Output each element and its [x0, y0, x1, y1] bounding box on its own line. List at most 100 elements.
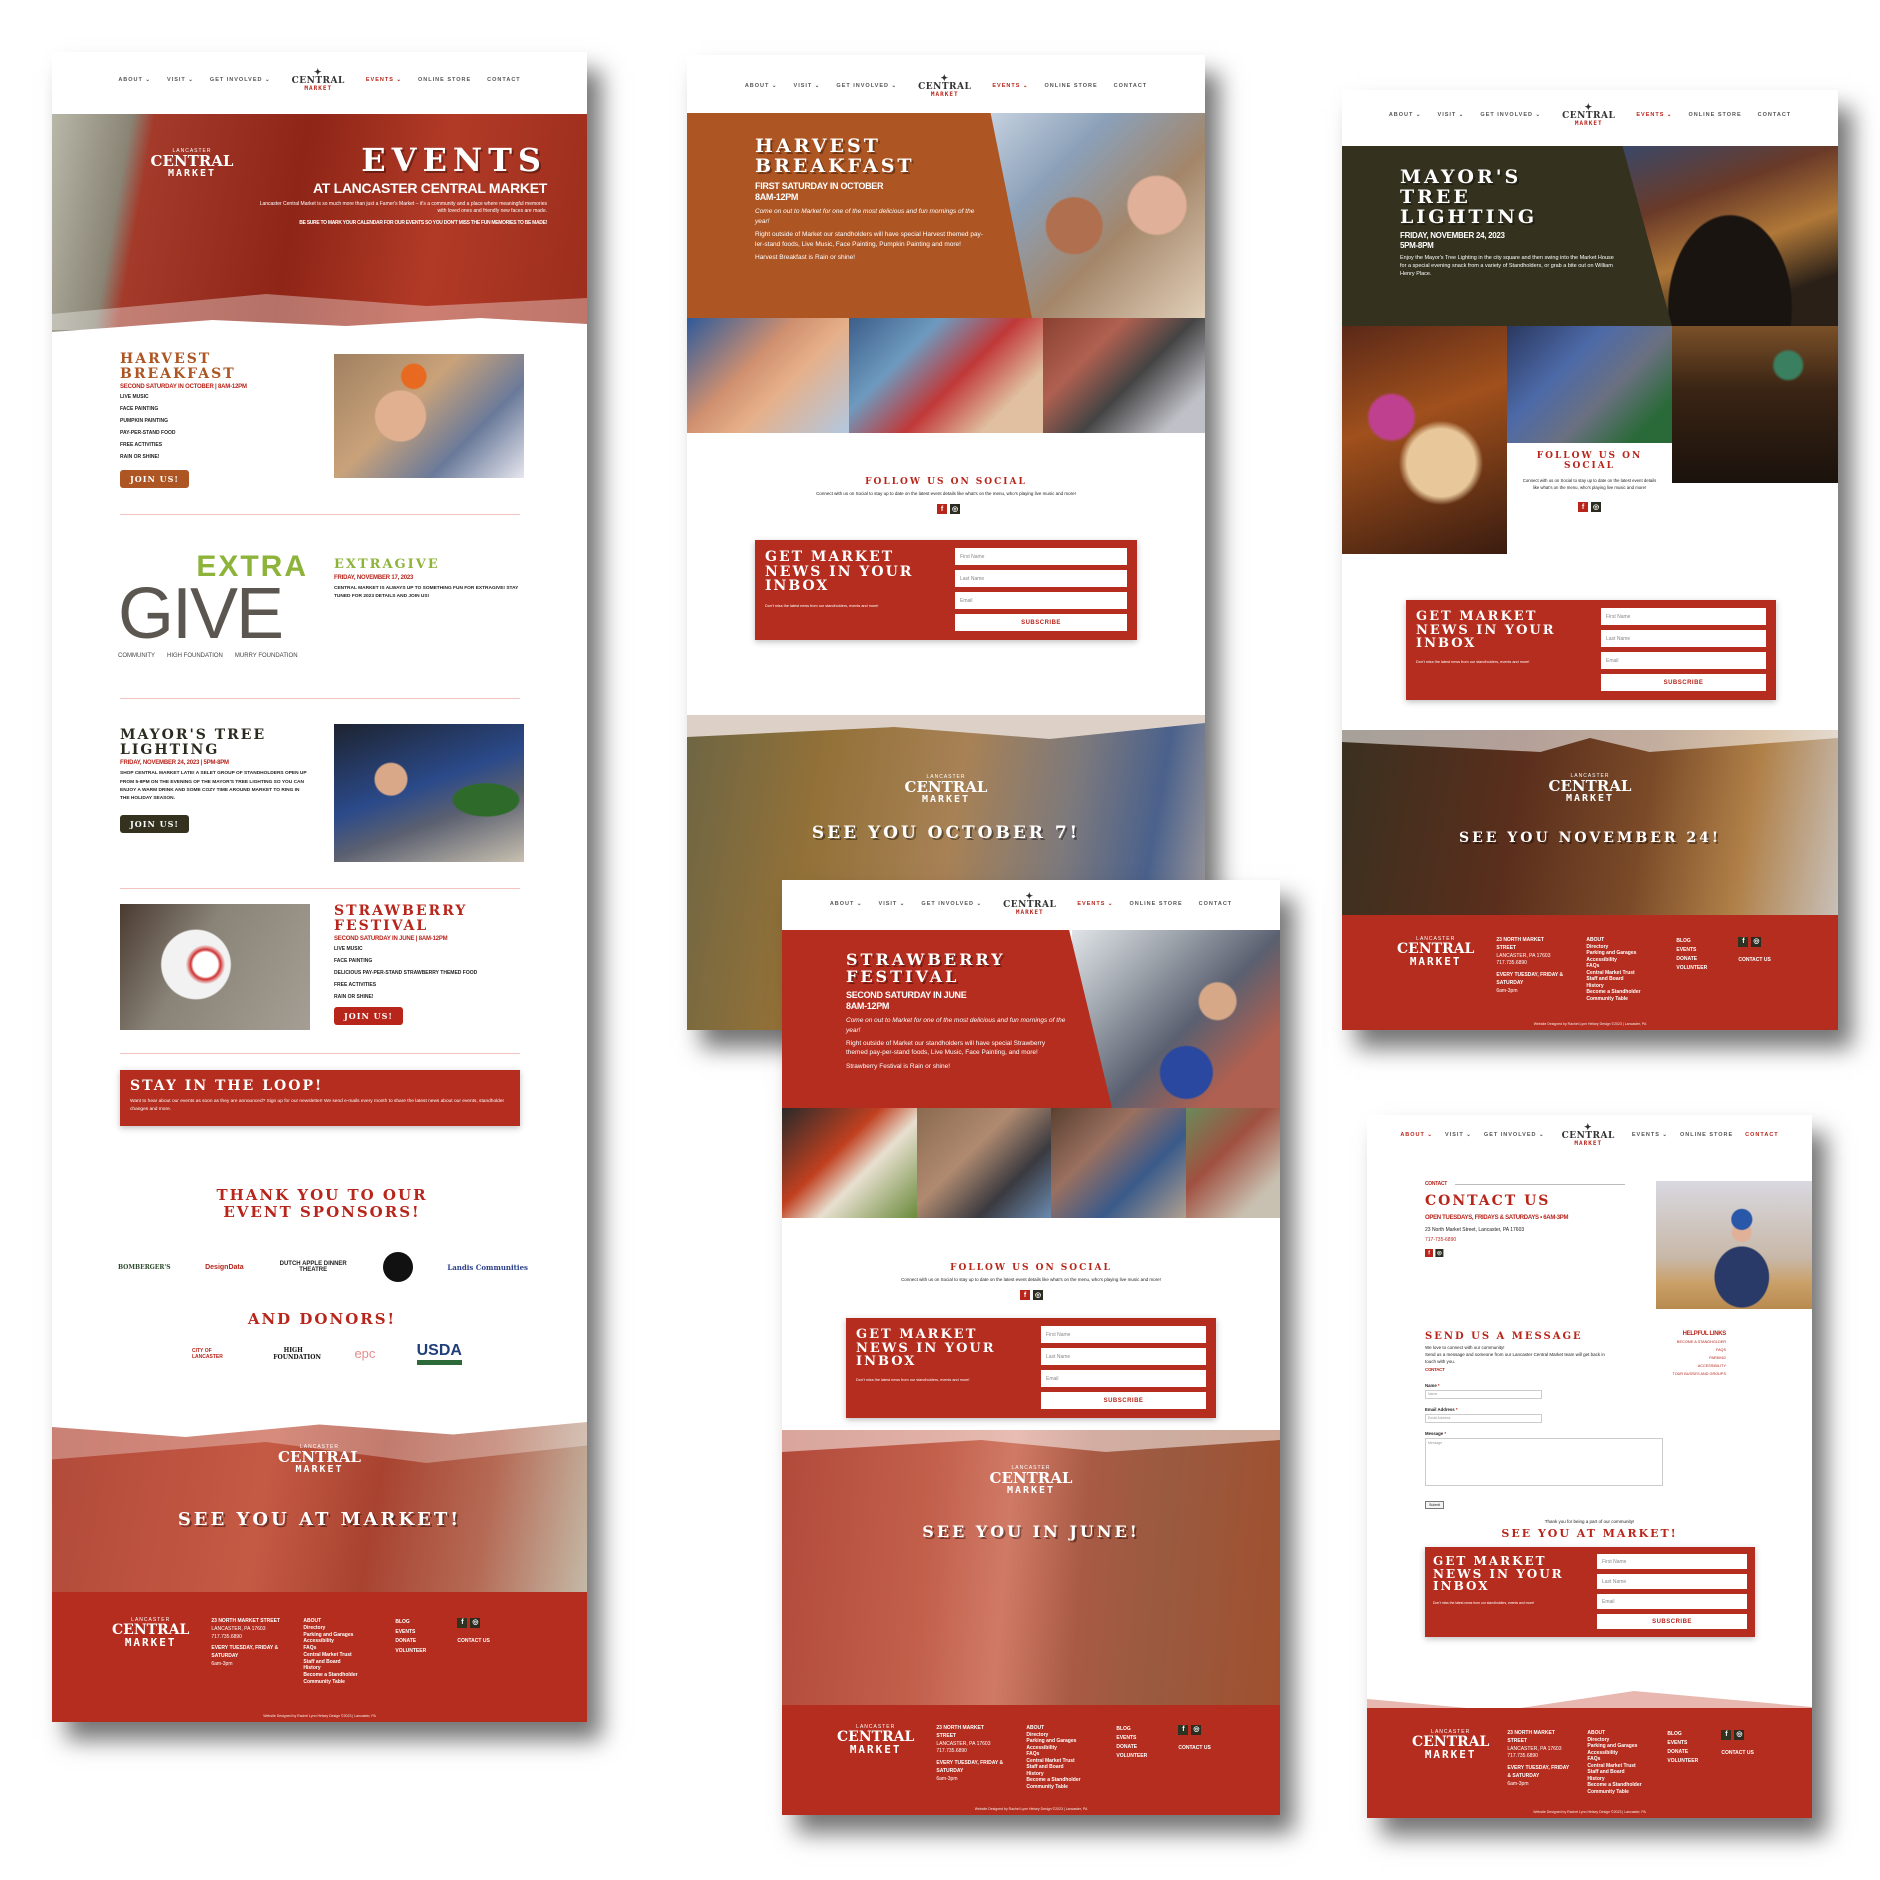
facebook-icon[interactable]: f — [1578, 502, 1588, 512]
nav-about[interactable]: ABOUT ⌄ — [1386, 112, 1425, 118]
nav-get-involved[interactable]: GET INVOLVED ⌄ — [1477, 112, 1544, 118]
facebook-icon[interactable]: f — [1425, 1249, 1433, 1257]
instagram-icon[interactable]: ◎ — [950, 504, 960, 514]
nav-events[interactable]: EVENTS ⌄ — [1633, 112, 1675, 118]
strawberry-page-date: SECOND SATURDAY IN JUNE — [846, 989, 967, 1000]
nav-online-store[interactable]: ONLINE STORE — [1042, 83, 1101, 89]
site-logo[interactable]: ✦ CENTRAL MARKET — [292, 68, 345, 92]
footer-contact-link[interactable]: CONTACT US — [1178, 1745, 1210, 1753]
nav-contact[interactable]: CONTACT — [484, 77, 523, 83]
instagram-icon[interactable]: ◎ — [1751, 937, 1762, 947]
contact-phone[interactable]: 717-735-6890 — [1425, 1237, 1456, 1243]
nav-visit[interactable]: VISIT ⌄ — [876, 901, 909, 907]
name-input[interactable]: Name — [1425, 1390, 1542, 1399]
strawberry-section: STRAWBERRY FESTIVAL SECOND SATURDAY IN J… — [334, 904, 534, 1026]
mayor-join-button[interactable]: JOIN US! — [120, 814, 189, 833]
instagram-icon[interactable]: ◎ — [1734, 1730, 1745, 1740]
hero-title: EVENTS — [361, 141, 547, 179]
nav-visit[interactable]: VISIT ⌄ — [791, 83, 824, 89]
instagram-icon[interactable]: ◎ — [1591, 502, 1601, 512]
email-input[interactable]: Email — [1041, 1370, 1206, 1387]
nav-online-store[interactable]: ONLINE STORE — [415, 77, 474, 83]
nav-contact[interactable]: CONTACT — [1742, 1132, 1781, 1138]
stay-in-loop-banner[interactable]: STAY IN THE LOOP! Want to hear about our… — [120, 1070, 520, 1126]
nav-contact[interactable]: CONTACT — [1111, 83, 1150, 89]
footer-links: BLOG EVENTS DONATE VOLUNTEER — [1676, 938, 1708, 971]
nav-visit[interactable]: VISIT ⌄ — [1442, 1132, 1475, 1138]
nav-contact[interactable]: CONTACT — [1755, 112, 1794, 118]
footer-contact-link[interactable]: CONTACT US — [457, 1638, 489, 1646]
harvest-date: SECOND SATURDAY IN OCTOBER | 8AM-12PM — [120, 384, 247, 391]
facebook-icon[interactable]: f — [1178, 1725, 1189, 1735]
nav-get-involved[interactable]: GET INVOLVED ⌄ — [207, 77, 274, 83]
nav-events[interactable]: EVENTS ⌄ — [363, 77, 405, 83]
email-address-input[interactable]: Email Address — [1425, 1414, 1542, 1423]
nav-events[interactable]: EVENTS ⌄ — [1629, 1132, 1671, 1138]
message-textarea[interactable]: Message — [1425, 1438, 1663, 1486]
first-name-input[interactable]: First Name — [1597, 1554, 1747, 1569]
email-field: Email Address * Email Address — [1425, 1407, 1542, 1423]
banner-logo: LANCASTER CENTRAL MARKET — [1548, 773, 1632, 804]
site-logo[interactable]: ✦ CENTRAL MARKET — [1562, 103, 1615, 127]
subscribe-button[interactable]: SUBSCRIBE — [1041, 1392, 1206, 1409]
strawberry-page-mockup: ABOUT ⌄ VISIT ⌄ GET INVOLVED ⌄ ✦ CENTRAL M… — [782, 880, 1280, 1815]
nav-online-store[interactable]: ONLINE STORE — [1686, 112, 1745, 118]
last-name-input[interactable]: Last Name — [1041, 1348, 1206, 1365]
last-name-input[interactable]: Last Name — [1597, 1574, 1747, 1589]
form-submit-button[interactable]: Submit — [1425, 1501, 1445, 1509]
nav-about[interactable]: ABOUT ⌄ — [742, 83, 781, 89]
harvest-join-button[interactable]: JOIN US! — [120, 470, 189, 489]
sponsor-designdata: DesignData — [205, 1263, 244, 1271]
site-logo[interactable]: ✦ CENTRAL MARKET — [1003, 892, 1056, 916]
last-name-input[interactable]: Last Name — [955, 570, 1127, 587]
email-input[interactable]: Email — [1597, 1594, 1747, 1609]
nav-get-involved[interactable]: GET INVOLVED ⌄ — [1481, 1132, 1548, 1138]
nav-online-store[interactable]: ONLINE STORE — [1677, 1132, 1736, 1138]
facebook-icon[interactable]: f — [937, 504, 947, 514]
facebook-icon[interactable]: f — [1020, 1290, 1030, 1300]
site-logo[interactable]: ✦ CENTRAL MARKET — [1562, 1123, 1615, 1147]
nav-about[interactable]: ABOUT ⌄ — [1397, 1132, 1436, 1138]
instagram-icon[interactable]: ◎ — [1435, 1249, 1444, 1257]
newsletter-title: GET MARKET NEWS IN YOUR INBOX — [1416, 609, 1556, 652]
footer-contact-link[interactable]: CONTACT US — [1738, 957, 1770, 965]
subscribe-button[interactable]: SUBSCRIBE — [955, 614, 1127, 631]
footer-about-links: ABOUT Directory Parking and Garages Acce… — [1026, 1725, 1081, 1790]
nav-about[interactable]: ABOUT ⌄ — [827, 901, 866, 907]
footer-social: f ◎ CONTACT US — [1721, 1730, 1754, 1795]
first-name-input[interactable]: First Name — [1041, 1326, 1206, 1343]
strawberry-list: LIVE MUSIC FACE PAINTING DELICIOUS PAY-P… — [334, 946, 478, 1001]
site-logo[interactable]: ✦ CENTRAL MARKET — [918, 74, 971, 98]
strawberry-join-button[interactable]: JOIN US! — [334, 1007, 403, 1026]
harvest-list: LIVE MUSIC FACE PAINTING PUMPKIN PAINTIN… — [120, 394, 176, 461]
footer-contact-link[interactable]: CONTACT US — [1721, 1750, 1753, 1758]
nav-contact[interactable]: CONTACT — [1196, 901, 1235, 907]
see-you-banner: LANCASTER CENTRAL MARKET SEE YOU AT MARKET… — [52, 1407, 587, 1592]
nav-get-involved[interactable]: GET INVOLVED ⌄ — [918, 901, 985, 907]
donor-high-foundation: HIGH FOUNDATION — [273, 1346, 321, 1361]
instagram-icon[interactable]: ◎ — [470, 1618, 481, 1628]
facebook-icon[interactable]: f — [1738, 937, 1749, 947]
instagram-icon[interactable]: ◎ — [1033, 1290, 1043, 1300]
facebook-icon[interactable]: f — [457, 1618, 468, 1628]
email-input[interactable]: Email — [955, 592, 1127, 609]
nav-events[interactable]: EVENTS ⌄ — [989, 83, 1031, 89]
subscribe-button[interactable]: SUBSCRIBE — [1597, 1614, 1747, 1629]
instagram-icon[interactable]: ◎ — [1191, 1725, 1202, 1735]
loop-text: Want to hear about our events as soon as… — [130, 1099, 505, 1112]
first-name-input[interactable]: First Name — [955, 548, 1127, 565]
subscribe-button[interactable]: SUBSCRIBE — [1601, 674, 1766, 691]
nav-online-store[interactable]: ONLINE STORE — [1127, 901, 1186, 907]
first-name-input[interactable]: First Name — [1601, 608, 1766, 625]
nav-about[interactable]: ABOUT ⌄ — [115, 77, 154, 83]
nav-visit[interactable]: VISIT ⌄ — [1435, 112, 1468, 118]
nav-events[interactable]: EVENTS ⌄ — [1074, 901, 1116, 907]
footer-social: f ◎ CONTACT US — [1178, 1725, 1211, 1790]
facebook-icon[interactable]: f — [1721, 1730, 1732, 1740]
nav-get-involved[interactable]: GET INVOLVED ⌄ — [833, 83, 900, 89]
last-name-input[interactable]: Last Name — [1601, 630, 1766, 647]
social-title: FOLLOW US ON SOCIAL — [950, 1263, 1112, 1273]
donor-epc: epc — [354, 1346, 376, 1361]
email-input[interactable]: Email — [1601, 652, 1766, 669]
nav-visit[interactable]: VISIT ⌄ — [164, 77, 197, 83]
